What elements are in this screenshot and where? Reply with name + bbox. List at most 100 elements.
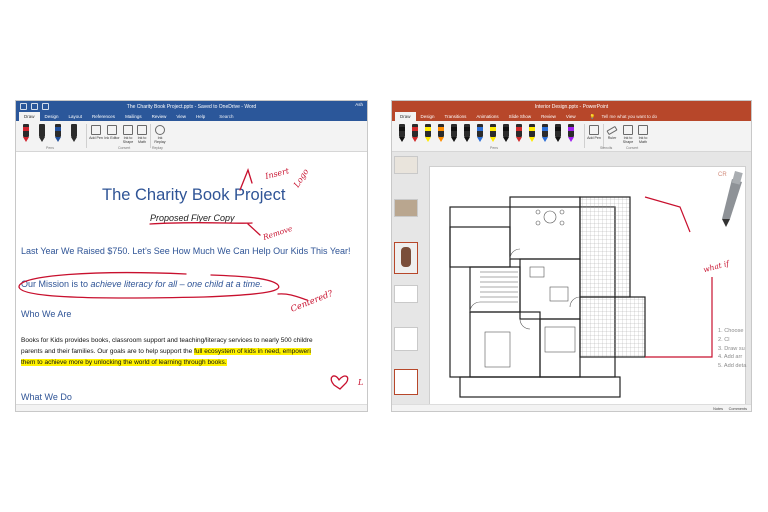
- ink-logo-text: Logo: [292, 167, 311, 190]
- ruler-button[interactable]: Ruler: [604, 125, 620, 147]
- ink-replay-button[interactable]: Ink Replay: [152, 125, 168, 147]
- ppt-ink-to-shape-button[interactable]: Ink to Shape: [620, 125, 636, 147]
- ppt-ribbon: Add Pen Ruler Ink to Shape Ink to Math P…: [392, 121, 751, 152]
- ink-to-math-label: Ink to Math: [137, 136, 147, 144]
- list-item: 5. Add deta: [718, 363, 747, 370]
- slide-thumbnail[interactable]: [394, 199, 418, 217]
- ppt-pen[interactable]: [528, 124, 536, 142]
- tab-help[interactable]: Help: [191, 112, 210, 121]
- ink-l-text: L: [357, 378, 363, 387]
- notes-button[interactable]: Notes: [713, 407, 723, 411]
- slide-thumbnail[interactable]: [394, 285, 418, 303]
- ink-to-shape-label: Ink to Shape: [122, 136, 134, 144]
- add-pen-label: Add Pen: [89, 136, 103, 140]
- ppt-pen[interactable]: [541, 124, 549, 142]
- pen-blue[interactable]: [54, 124, 62, 142]
- remove-arrow-ink: [247, 223, 261, 236]
- ppt-pen[interactable]: [515, 124, 523, 142]
- ppt-tab-transitions[interactable]: Transitions: [440, 112, 472, 121]
- tab-layout[interactable]: Layout: [64, 112, 88, 121]
- group-replay-label: Replay: [152, 146, 163, 150]
- ppt-ribbon-tabs: Draw Design Transitions Animations Slide…: [392, 112, 751, 121]
- ppt-tab-slide-show[interactable]: Slide Show: [504, 112, 537, 121]
- pen-red[interactable]: [22, 124, 30, 142]
- ink-editor-button[interactable]: Ink Editor: [104, 125, 120, 147]
- slide-steps-list: 1. Choose 2. Cl 3. Draw su 4. Add arr 5.…: [718, 327, 746, 371]
- word-ink-layer: Insert Logo Remove Centered? L: [18, 166, 363, 390]
- slide-canvas[interactable]: CR what if 1. Choose 2. Cl 3. Draw su 4.…: [430, 167, 746, 408]
- heart-ink: [330, 375, 349, 390]
- ppt-tab-view[interactable]: View: [561, 112, 581, 121]
- customize-icon[interactable]: [42, 103, 49, 110]
- tab-draw[interactable]: Draw: [19, 112, 40, 121]
- tab-references[interactable]: References: [87, 112, 120, 121]
- word-ribbon-tabs: Draw Design Layout References Mailings R…: [16, 112, 367, 121]
- ppt-tab-design[interactable]: Design: [416, 112, 440, 121]
- ppt-pen[interactable]: [411, 124, 419, 142]
- tab-view[interactable]: View: [171, 112, 191, 121]
- slide-thumbnail[interactable]: [394, 156, 418, 174]
- ppt-ink-to-shape-label: Ink to Shape: [622, 136, 634, 144]
- list-item: 4. Add arr: [718, 354, 743, 361]
- ppt-pen[interactable]: [502, 124, 510, 142]
- slide-thumbnail-selected[interactable]: [394, 369, 418, 395]
- ppt-pen[interactable]: [437, 124, 445, 142]
- insert-caret-ink: [239, 168, 253, 191]
- tell-me-search[interactable]: Search: [214, 112, 238, 121]
- word-title-bar: The Charity Book Project.pptx - Saved to…: [16, 101, 367, 112]
- word-window-title: The Charity Book Project.pptx - Saved to…: [126, 103, 257, 110]
- ppt-ink-line-top: [644, 196, 691, 233]
- ink-to-math-button[interactable]: Ink to Math: [134, 125, 150, 147]
- ppt-workspace: CR what if 1. Choose 2. Cl 3. Draw su 4.…: [392, 152, 751, 411]
- ppt-pen[interactable]: [398, 124, 406, 142]
- ppt-tab-draw[interactable]: Draw: [395, 112, 416, 121]
- ppt-group-convert-label: Convert: [626, 146, 639, 150]
- ppt-group-pens-label: Pens: [490, 146, 498, 150]
- ppt-pen[interactable]: [476, 124, 484, 142]
- tab-design[interactable]: Design: [40, 112, 64, 121]
- comments-button[interactable]: Comments: [729, 407, 747, 411]
- tab-mailings[interactable]: Mailings: [120, 112, 147, 121]
- ppt-tab-review[interactable]: Review: [536, 112, 561, 121]
- ink-editor-label: Ink Editor: [104, 136, 120, 140]
- pen-black[interactable]: [38, 124, 46, 142]
- powerpoint-window: Interior Design.pptx - PowerPoint Draw D…: [392, 101, 751, 411]
- ppt-pen[interactable]: [424, 124, 432, 142]
- save-icon[interactable]: [20, 103, 27, 110]
- slide-thumbnail[interactable]: [394, 327, 418, 351]
- ppt-add-pen-button[interactable]: Add Pen: [586, 125, 602, 147]
- ink-centered-text: Centered?: [289, 289, 334, 315]
- ppt-pen[interactable]: [463, 124, 471, 142]
- ruler-label: Ruler: [607, 136, 617, 140]
- ppt-pen[interactable]: [489, 124, 497, 142]
- strikethrough-ink: [149, 221, 253, 225]
- ppt-pen[interactable]: [567, 124, 575, 142]
- ink-remove-text: Remove: [261, 224, 294, 242]
- tab-review[interactable]: Review: [147, 112, 172, 121]
- ppt-group-stencils-label: Stencils: [600, 146, 613, 150]
- stylus-pen-image: [722, 171, 743, 227]
- list-item: 1. Choose: [718, 328, 744, 334]
- floor-plan-drawing: [449, 171, 743, 398]
- ppt-tab-animations[interactable]: Animations: [471, 112, 503, 121]
- list-item: 3. Draw su: [718, 345, 745, 352]
- account-name[interactable]: Ash: [355, 102, 363, 107]
- ink-insert-text: Insert: [263, 166, 290, 181]
- undo-icon[interactable]: [31, 103, 38, 110]
- ppt-ink-line-bottom: [645, 277, 713, 358]
- add-pen-button[interactable]: Add Pen: [88, 125, 104, 147]
- pen-pencil[interactable]: [70, 124, 78, 142]
- slide-thumbnail[interactable]: [394, 242, 418, 274]
- ppt-tell-me[interactable]: 💡 Tell me what you want to do: [585, 112, 667, 121]
- group-convert-label: Convert: [118, 146, 131, 150]
- ppt-ink-to-math-label: Ink to Math: [638, 136, 648, 144]
- word-document-page[interactable]: The Charity Book Project Proposed Flyer …: [16, 152, 367, 411]
- group-pens-label: Pens: [46, 146, 54, 150]
- list-item: 2. Cl: [718, 336, 730, 343]
- word-status-bar: [16, 404, 367, 411]
- ppt-pen[interactable]: [450, 124, 458, 142]
- slide-corner-text: CR: [718, 172, 727, 178]
- ppt-window-title: Interior Design.pptx - PowerPoint: [534, 103, 609, 110]
- ppt-ink-to-math-button[interactable]: Ink to Math: [635, 125, 651, 147]
- ppt-pen[interactable]: [554, 124, 562, 142]
